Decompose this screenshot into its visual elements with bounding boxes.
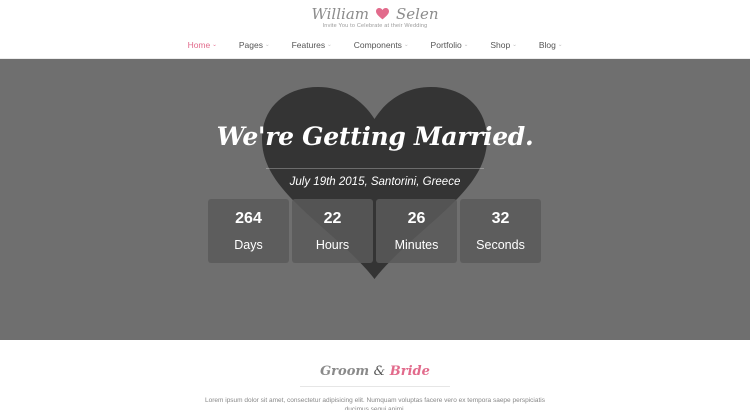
countdown-hours: 22 Hours — [292, 199, 373, 263]
couple-intro-text: Lorem ipsum dolor sit amet, consectetur … — [205, 397, 545, 410]
nav-item-label: Blog — [538, 40, 556, 50]
chevron-down-icon: ⌄ — [512, 42, 517, 48]
countdown-value: 26 — [407, 210, 426, 227]
title-groom: Groom — [320, 364, 370, 379]
nav-item-blog[interactable]: Blog ⌄ — [528, 40, 574, 50]
countdown-days: 264 Days — [208, 199, 289, 263]
countdown-label: Seconds — [476, 238, 525, 252]
couple-section-title: Groom & Bride — [0, 364, 750, 379]
nav-item-components[interactable]: Components ⌄ — [343, 40, 420, 50]
countdown-value: 32 — [491, 210, 510, 227]
chevron-down-icon: ⌄ — [403, 42, 409, 48]
countdown-label: Hours — [315, 238, 350, 252]
couple-section: Groom & Bride Lorem ipsum dolor sit amet… — [0, 340, 750, 410]
nav-item-label: Components — [353, 40, 402, 50]
logo-groom-name: William — [311, 5, 369, 23]
title-ampersand: & — [373, 364, 386, 379]
countdown-timer: 264 Days 22 Hours 26 Minutes 32 Seconds — [208, 199, 541, 263]
nav-item-portfolio[interactable]: Portfolio ⌄ — [420, 40, 480, 50]
nav-item-label: Portfolio — [430, 40, 462, 50]
countdown-value: 22 — [323, 210, 342, 227]
chevron-down-icon: ⌄ — [264, 42, 270, 48]
hero-section: We're Getting Married. July 19th 2015, S… — [0, 59, 750, 340]
logo-bride-name: Selen — [396, 5, 439, 23]
hero-subtitle: July 19th 2015, Santorini, Greece — [289, 176, 461, 188]
nav-item-features[interactable]: Features ⌄ — [281, 40, 343, 50]
countdown-label: Days — [234, 238, 263, 252]
site-logo[interactable]: William Selen Invite You to Celebrate at… — [0, 4, 750, 29]
chevron-down-icon: ⌄ — [557, 42, 563, 48]
chevron-down-icon: ⌄ — [327, 42, 332, 48]
logo-tagline: Invite You to Celebrate at their Wedding — [322, 23, 428, 29]
chevron-down-icon: ⌄ — [463, 42, 469, 48]
countdown-label: Minutes — [394, 238, 439, 252]
countdown-value: 264 — [235, 210, 262, 227]
title-bride: Bride — [389, 364, 430, 379]
couple-divider — [300, 386, 450, 387]
hero-divider — [266, 168, 484, 169]
nav-item-label: Pages — [238, 40, 263, 50]
nav-item-home[interactable]: Home ⌄ — [177, 40, 228, 50]
heart-icon — [376, 8, 389, 20]
nav-item-label: Features — [291, 40, 326, 50]
chevron-down-icon: ⌄ — [212, 42, 217, 48]
main-nav: Home ⌄ Pages ⌄ Features ⌄ Components ⌄ P… — [0, 40, 750, 50]
nav-item-pages[interactable]: Pages ⌄ — [228, 40, 281, 50]
countdown-minutes: 26 Minutes — [376, 199, 457, 263]
site-header: William Selen Invite You to Celebrate at… — [0, 0, 750, 59]
nav-item-label: Home — [187, 40, 211, 50]
hero-title: We're Getting Married. — [216, 122, 534, 151]
nav-item-shop[interactable]: Shop ⌄ — [479, 40, 527, 50]
nav-item-label: Shop — [490, 40, 511, 50]
countdown-seconds: 32 Seconds — [460, 199, 541, 263]
